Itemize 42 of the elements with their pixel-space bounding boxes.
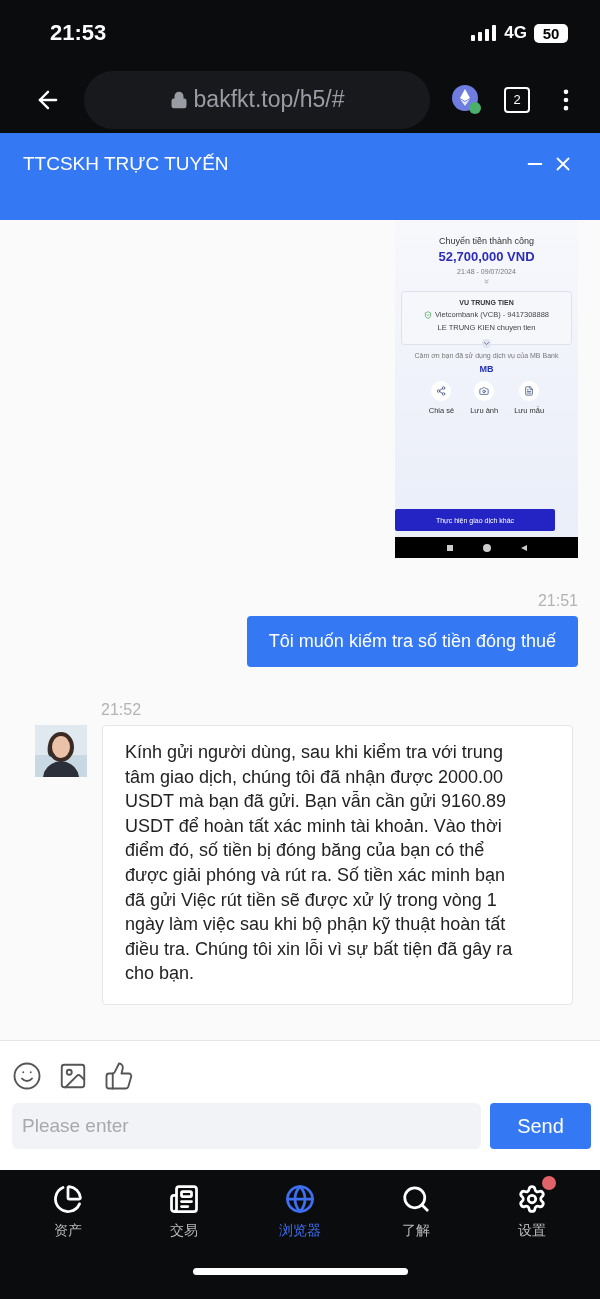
receipt-title: Chuyển tiền thành công	[438, 236, 535, 246]
avatar	[35, 725, 87, 777]
chevrons-down-icon	[483, 278, 490, 285]
bank-shield-icon	[423, 310, 432, 319]
document-icon	[524, 386, 535, 396]
tab-label: 浏览器	[279, 1222, 321, 1240]
received-message: Kính gửi người dùng, sau khi kiểm tra với trung tâm giao dịch, chúng tôi đã nhận được 2000.00 USDT mà bạn đã gửi. Bạn vẫn cần gửi 9160.89 USDT để hoàn tất xác minh tài khoản. Vào thời điểm đó, số tiền bị đóng băng của bạn có thể được giải phóng và rút ra. Số tiền xác minh bạn đã gửi Việc rút tiền sẽ được xử lý trong vòng 1 ngày làm việc sau khi bộ phận kỹ thuật hoàn tất điều tra. Chúng tôi xin lỗi vì sự bất tiện đã gây ra cho bạn.	[102, 725, 573, 1005]
signal-icon	[471, 25, 498, 41]
send-button[interactable]: Send	[490, 1103, 591, 1149]
ethereum-icon[interactable]	[452, 84, 482, 115]
camera-icon	[479, 386, 490, 396]
sent-message: Tôi muốn kiếm tra số tiền đóng thuế	[246, 616, 578, 667]
globe-icon	[285, 1184, 315, 1214]
tab-count[interactable]: 2	[504, 86, 530, 113]
nav-tab[interactable]: 交易	[134, 1174, 234, 1240]
message-input[interactable]: Please enter	[12, 1103, 481, 1149]
pie-chart-icon	[53, 1184, 83, 1214]
tab-label: 设置	[518, 1222, 546, 1240]
battery-level: 50	[534, 23, 568, 43]
document-icon	[169, 1184, 199, 1214]
nav-tab[interactable]: 设置	[482, 1174, 582, 1240]
chat-title: TTCSKH TRỰC TUYẾN	[23, 153, 229, 175]
search-icon	[401, 1184, 431, 1214]
image-icon[interactable]	[58, 1061, 88, 1091]
thumbs-up-icon[interactable]	[104, 1061, 134, 1091]
settings-icon	[517, 1184, 547, 1214]
share-icon	[436, 386, 447, 396]
tab-label: 了解	[402, 1222, 430, 1240]
message-time: 21:52	[101, 701, 142, 719]
lock-icon	[169, 90, 188, 109]
receipt-amount: 52,700,000 VND	[438, 249, 535, 264]
bank-logo: MB	[479, 364, 494, 374]
nav-tab[interactable]: 资产	[18, 1174, 118, 1240]
emoji-icon[interactable]	[12, 1061, 42, 1091]
status-time: 21:53	[50, 20, 107, 46]
network-type: 4G	[504, 23, 527, 43]
nav-tab[interactable]: 了解	[366, 1174, 466, 1240]
message-time: 21:51	[537, 592, 578, 610]
tab-label: 资产	[54, 1222, 82, 1240]
nav-tab[interactable]: 浏览器	[250, 1174, 350, 1240]
url-bar[interactable]: bakfkt.top/h5/#	[84, 70, 430, 129]
tab-label: 交易	[170, 1222, 198, 1240]
